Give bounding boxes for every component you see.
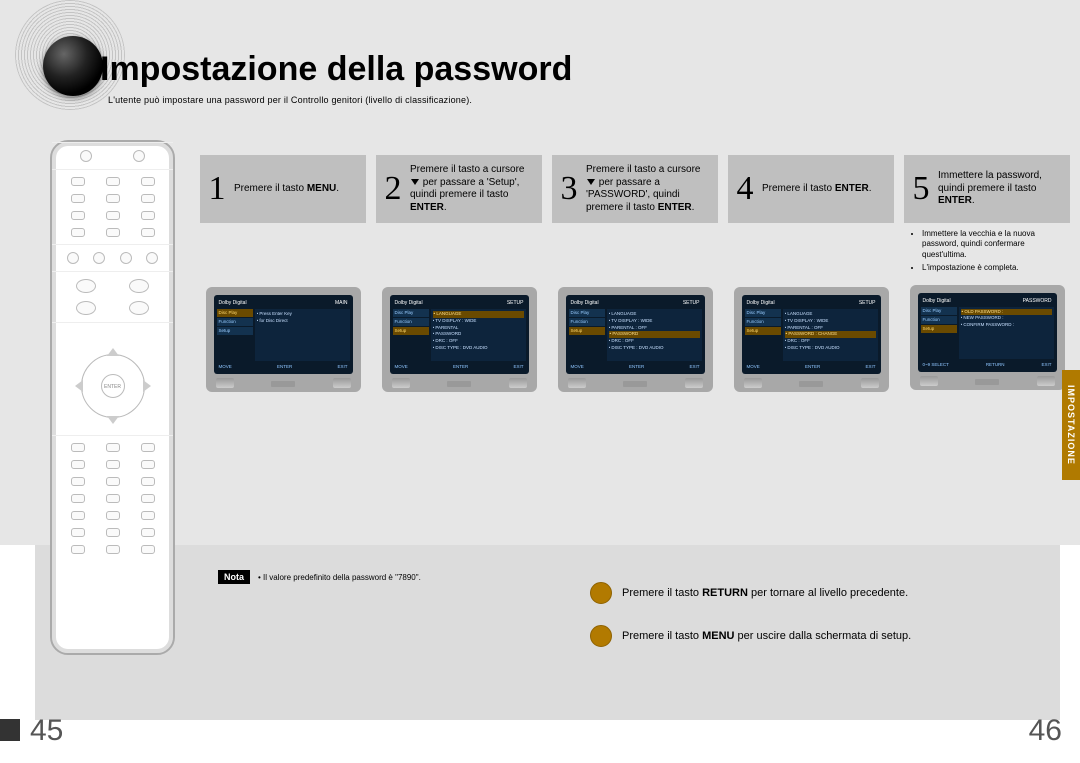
step-number: 4 <box>734 172 756 206</box>
tv-screen: Dolby DigitalSETUPDisc PlayFunctionSetup… <box>566 295 705 374</box>
step-instruction: Premere il tasto a cursore per passare a… <box>586 164 712 214</box>
tv-screen: Dolby DigitalMAINDisc PlayFunctionSetup•… <box>214 295 353 374</box>
step-head: 3Premere il tasto a cursore per passare … <box>552 155 718 223</box>
nota-row: Nota • Il valore predefinito della passw… <box>218 570 421 584</box>
page-number-left: 45 <box>30 714 63 748</box>
tv-screen: Dolby DigitalSETUPDisc PlayFunctionSetup… <box>742 295 881 374</box>
tip-return-text: Premere il tasto RETURN per tornare al l… <box>622 587 908 599</box>
step-head: 2Premere il tasto a cursore per passare … <box>376 155 542 223</box>
page-title: Impostazione della password <box>100 50 572 89</box>
nota-badge: Nota <box>218 570 250 584</box>
step-instruction: Premere il tasto MENU. <box>234 183 339 196</box>
page-left-bar <box>0 719 20 741</box>
tv-screen: Dolby DigitalPASSWORDDisc PlayFunctionSe… <box>918 293 1057 372</box>
tip-return: Premere il tasto RETURN per tornare al l… <box>590 582 908 604</box>
section-side-tab: IMPOSTAZIONE <box>1062 370 1080 480</box>
step-4: 4 Premere il tasto ENTER. Dolby DigitalSET… <box>728 155 894 392</box>
tv-screenshot: Dolby DigitalPASSWORDDisc PlayFunctionSe… <box>910 285 1065 390</box>
manual-spread: Impostazione della password L'utente può… <box>0 0 1080 763</box>
nota-text: • Il valore predefinito della password è… <box>258 573 421 582</box>
page-number-right: 46 <box>1029 714 1062 748</box>
step-number: 5 <box>910 172 932 206</box>
step-number: 3 <box>558 172 580 206</box>
step-head: 5Immettere la password, quindi premere i… <box>904 155 1070 223</box>
step-2: 2Premere il tasto a cursore per passare … <box>376 155 542 392</box>
tv-screenshot: Dolby DigitalMAINDisc PlayFunctionSetup•… <box>206 287 361 392</box>
step-note-item: Immettere la vecchia e la nuova password… <box>922 229 1066 260</box>
page-subtitle: L'utente può impostare una password per … <box>108 95 472 105</box>
cursor-down-icon <box>411 179 419 185</box>
step-instruction: Premere il tasto a cursore per passare a… <box>410 164 536 214</box>
step-5: 5Immettere la password, quindi premere i… <box>904 155 1070 392</box>
step-1: 1 Premere il tasto MENU. Dolby DigitalMAIN… <box>200 155 366 392</box>
tv-screenshot: Dolby DigitalSETUPDisc PlayFunctionSetup… <box>382 287 537 392</box>
remote-dpad: ENTER <box>73 346 153 426</box>
step-head: 1 Premere il tasto MENU. <box>200 155 366 223</box>
step-number: 1 <box>206 172 228 206</box>
step-instruction: Immettere la password, quindi premere il… <box>938 170 1064 208</box>
step-3: 3Premere il tasto a cursore per passare … <box>552 155 718 392</box>
remote-enter-button: ENTER <box>101 374 125 398</box>
tv-screenshot: Dolby DigitalSETUPDisc PlayFunctionSetup… <box>558 287 713 392</box>
tv-screen: Dolby DigitalSETUPDisc PlayFunctionSetup… <box>390 295 529 374</box>
cursor-down-icon <box>587 179 595 185</box>
tip-menu-text: Premere il tasto MENU per uscire dalla s… <box>622 630 911 642</box>
step-note-item: L'impostazione è completa. <box>922 263 1066 273</box>
step-notes: Immettere la vecchia e la nuova password… <box>904 223 1070 281</box>
tip-bullet-icon <box>590 582 612 604</box>
step-head: 4 Premere il tasto ENTER. <box>728 155 894 223</box>
steps-row: 1 Premere il tasto MENU. Dolby DigitalMAIN… <box>200 155 1070 392</box>
tip-menu: Premere il tasto MENU per uscire dalla s… <box>590 625 911 647</box>
step-number: 2 <box>382 172 404 206</box>
tip-bullet-icon <box>590 625 612 647</box>
remote-control-illustration: ENTER <box>50 140 175 655</box>
step-instruction: Premere il tasto ENTER. <box>762 183 872 196</box>
tv-screenshot: Dolby DigitalSETUPDisc PlayFunctionSetup… <box>734 287 889 392</box>
